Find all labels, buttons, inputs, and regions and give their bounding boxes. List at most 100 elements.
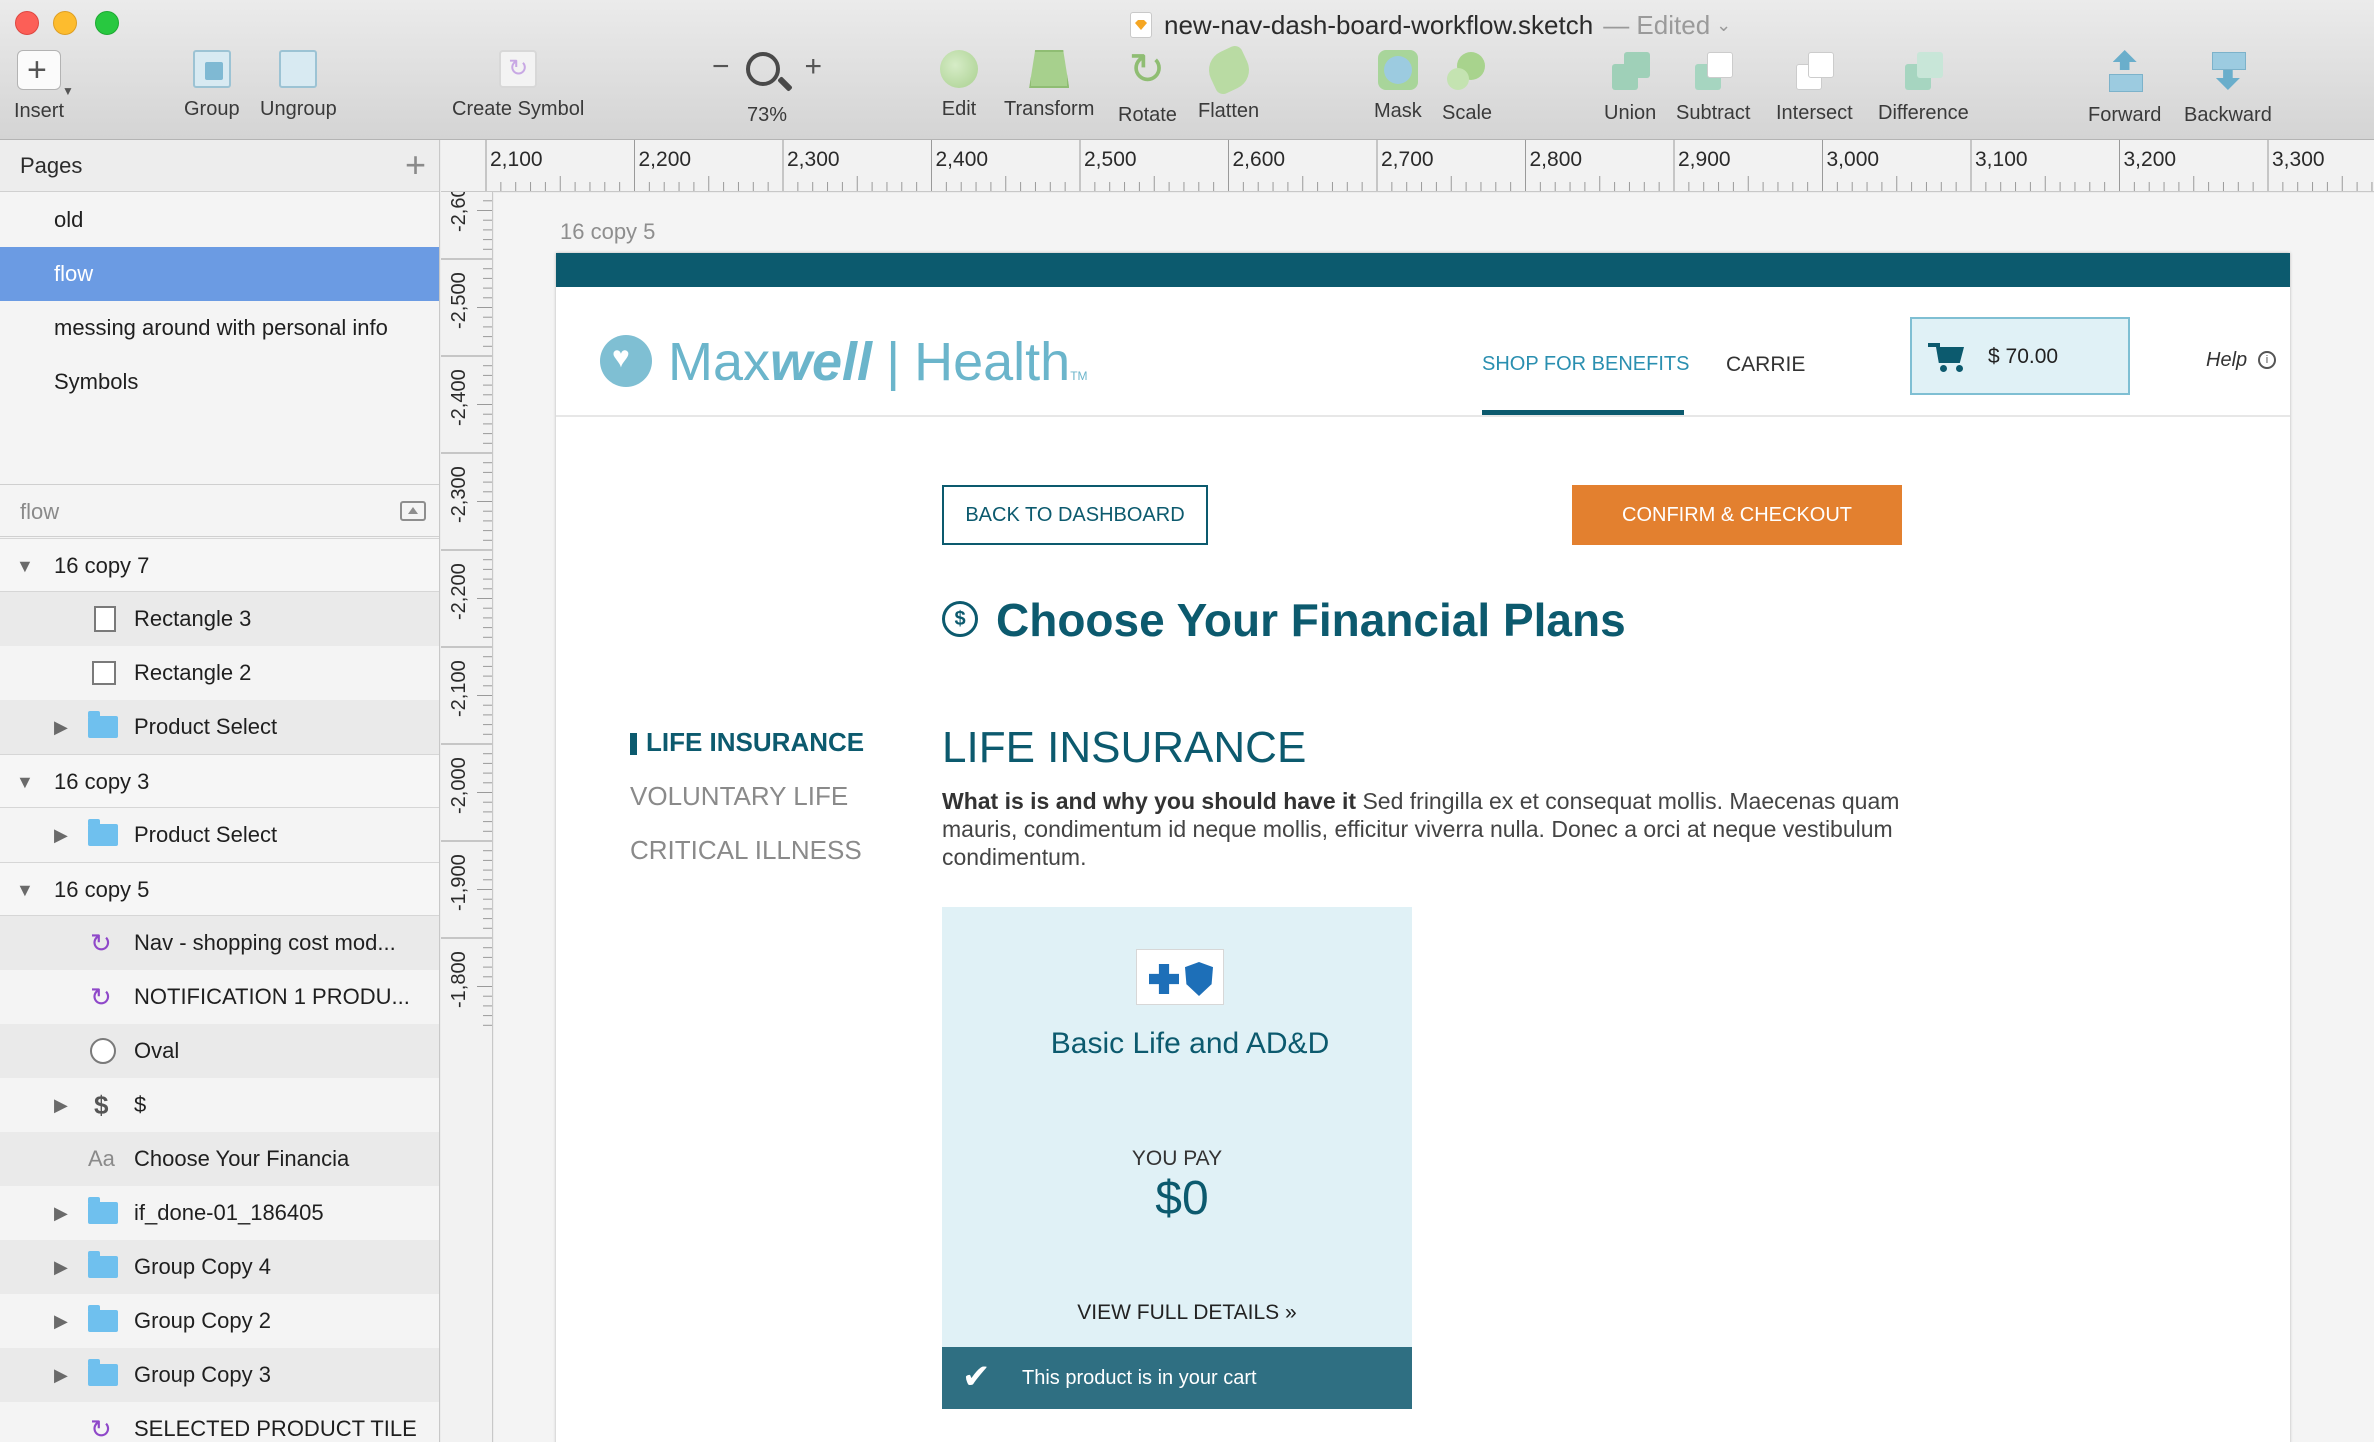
folder-icon — [88, 1359, 118, 1386]
zoom-out-button[interactable]: − — [712, 50, 730, 84]
subtract-button[interactable]: Subtract — [1676, 50, 1750, 125]
caret-down-icon[interactable]: ▼ — [62, 84, 74, 98]
artboard-label[interactable]: 16 copy 5 — [560, 219, 655, 245]
scale-label: Scale — [1442, 102, 1493, 124]
rotate-button[interactable]: Rotate — [1118, 44, 1177, 127]
transform-button[interactable]: Transform — [1004, 50, 1094, 121]
union-button[interactable]: Union — [1604, 50, 1656, 125]
disclosure-closed-icon[interactable]: ▶ — [54, 1294, 68, 1348]
rotate-label: Rotate — [1118, 104, 1177, 126]
layer-nav-shopping-cost[interactable]: ↻ Nav - shopping cost mod... — [0, 916, 439, 970]
layer-selected-product-tile[interactable]: ↻ SELECTED PRODUCT TILE — [0, 1402, 439, 1442]
maximize-window-button[interactable] — [95, 11, 119, 35]
ruler-label: 2,600 — [1233, 148, 1286, 171]
layer-name: Nav - shopping cost mod... — [134, 930, 396, 955]
cart-summary[interactable]: $ 70.00 — [1910, 317, 2130, 395]
layer-group-copy-3[interactable]: ▶ Group Copy 3 — [0, 1348, 439, 1402]
side-nav-life-insurance[interactable]: LIFE INSURANCE — [646, 727, 864, 758]
minimize-window-button[interactable] — [53, 11, 77, 35]
page-item-flow[interactable]: flow — [0, 247, 439, 301]
layer-oval[interactable]: Oval — [0, 1024, 439, 1078]
help-link[interactable]: Help — [2206, 349, 2247, 372]
disclosure-closed-icon[interactable]: ▶ — [54, 1348, 68, 1402]
layer-dollar[interactable]: ▶ $ $ — [0, 1078, 439, 1132]
layer-name: $ — [134, 1092, 147, 1117]
logo-text-max: Max — [668, 332, 771, 392]
disclosure-closed-icon[interactable]: ▶ — [54, 808, 68, 862]
back-to-dashboard-button[interactable]: BACK TO DASHBOARD — [942, 485, 1208, 545]
layers-page-title: flow — [20, 499, 60, 524]
ruler-label: -2,000 — [448, 757, 470, 814]
difference-button[interactable]: Difference — [1878, 50, 1969, 125]
group-button[interactable]: Group — [184, 50, 240, 121]
disclosure-open-icon[interactable]: ▼ — [16, 863, 34, 915]
zoom-in-button[interactable]: + — [804, 50, 822, 84]
layer-rectangle-3[interactable]: Rectangle 3 — [0, 592, 439, 646]
page-item-old[interactable]: old — [0, 193, 439, 247]
close-window-button[interactable] — [15, 11, 39, 35]
flatten-icon — [1201, 43, 1256, 97]
symbol-instance-icon: ↻ — [90, 928, 112, 958]
folder-icon — [88, 1197, 118, 1224]
difference-label: Difference — [1878, 102, 1969, 124]
layer-notification[interactable]: ↻ NOTIFICATION 1 PRODU... — [0, 970, 439, 1024]
difference-icon — [1901, 50, 1945, 92]
site-header: Maxwell|HealthTM SHOP FOR BENEFITS CARRI… — [556, 287, 2290, 417]
forward-button[interactable]: Forward — [2088, 50, 2161, 127]
layer-rectangle-2[interactable]: Rectangle 2 — [0, 646, 439, 700]
layers-sidebar: Pages + old flow messing around with per… — [0, 140, 440, 1442]
layer-product-select[interactable]: ▶ Product Select — [0, 808, 439, 862]
intersect-button[interactable]: Intersect — [1776, 50, 1853, 125]
layer-group-16-copy-5[interactable]: ▼ 16 copy 5 — [0, 862, 439, 916]
product-tile[interactable]: Basic Life and AD&D YOU PAY $0 VIEW FULL… — [942, 907, 1412, 1409]
insert-button[interactable]: Insert — [14, 50, 64, 123]
folder-icon — [88, 711, 118, 738]
backward-button[interactable]: Backward — [2184, 50, 2272, 127]
layer-product-select[interactable]: ▶ Product Select — [0, 700, 439, 754]
nav-user[interactable]: CARRIE — [1726, 353, 1805, 377]
logo-text-health: Health — [914, 332, 1071, 392]
mask-button[interactable]: Mask — [1374, 50, 1422, 123]
side-nav-critical-illness[interactable]: CRITICAL ILLNESS — [630, 835, 862, 866]
disclosure-open-icon[interactable]: ▼ — [16, 539, 34, 591]
disclosure-closed-icon[interactable]: ▶ — [54, 1078, 68, 1132]
page-label: flow — [54, 261, 94, 286]
nav-shop-for-benefits[interactable]: SHOP FOR BENEFITS — [1482, 353, 1689, 376]
vertical-ruler[interactable]: -2,600 -2,500 -2,400 -2,300 -2,200 -2,100 -2,0… — [441, 192, 493, 1442]
layer-group-16-copy-3[interactable]: ▼ 16 copy 3 — [0, 754, 439, 808]
dollar-circle-icon: $ — [942, 601, 978, 637]
side-nav-voluntary-life[interactable]: VOLUNTARY LIFE — [630, 781, 848, 812]
horizontal-ruler[interactable]: 2,100 2,200 2,300 2,400 2,500 2,600 2,700 2,800… — [441, 140, 2374, 192]
scale-button[interactable]: Scale — [1442, 50, 1492, 125]
ungroup-button[interactable]: Ungroup — [260, 50, 337, 121]
layer-if-done[interactable]: ▶ if_done-01_186405 — [0, 1186, 439, 1240]
collapse-layers-icon[interactable] — [400, 501, 426, 521]
ruler-label: 2,200 — [639, 148, 692, 171]
artboard[interactable]: Maxwell|HealthTM SHOP FOR BENEFITS CARRI… — [556, 253, 2290, 1442]
page-item-messing-around[interactable]: messing around with personal info — [0, 301, 439, 355]
logo-trademark: TM — [1070, 369, 1088, 383]
layer-choose-your-financia[interactable]: Aa Choose Your Financia — [0, 1132, 439, 1186]
confirm-checkout-button[interactable]: CONFIRM & CHECKOUT — [1572, 485, 1902, 545]
disclosure-open-icon[interactable]: ▼ — [16, 755, 34, 807]
layer-group-16-copy-7[interactable]: ▼ 16 copy 7 — [0, 538, 439, 592]
disclosure-closed-icon[interactable]: ▶ — [54, 700, 68, 754]
create-symbol-button[interactable]: Create Symbol — [452, 50, 584, 121]
edit-button[interactable]: Edit — [940, 50, 978, 121]
document-title[interactable]: new-nav-dash-board-workflow.sketch — Edi… — [1130, 8, 1731, 42]
layer-group-copy-4[interactable]: ▶ Group Copy 4 — [0, 1240, 439, 1294]
add-page-button[interactable]: + — [405, 144, 426, 186]
flatten-button[interactable]: Flatten — [1198, 43, 1259, 123]
info-icon[interactable]: i — [2258, 351, 2276, 369]
view-full-details-link[interactable]: VIEW FULL DETAILS » — [942, 1301, 1432, 1325]
layer-group-copy-2[interactable]: ▶ Group Copy 2 — [0, 1294, 439, 1348]
layer-name: 16 copy 3 — [54, 769, 150, 794]
magnifier-icon[interactable] — [746, 52, 780, 86]
zoom-level: 73% — [746, 104, 788, 126]
disclosure-closed-icon[interactable]: ▶ — [54, 1240, 68, 1294]
layer-name: Group Copy 3 — [134, 1362, 271, 1387]
ruler-label: 2,500 — [1084, 148, 1137, 171]
disclosure-closed-icon[interactable]: ▶ — [54, 1186, 68, 1240]
canvas[interactable]: 16 copy 5 Maxwell|HealthTM SHOP FOR BENE… — [494, 193, 2374, 1442]
page-item-symbols[interactable]: Symbols — [0, 355, 439, 409]
